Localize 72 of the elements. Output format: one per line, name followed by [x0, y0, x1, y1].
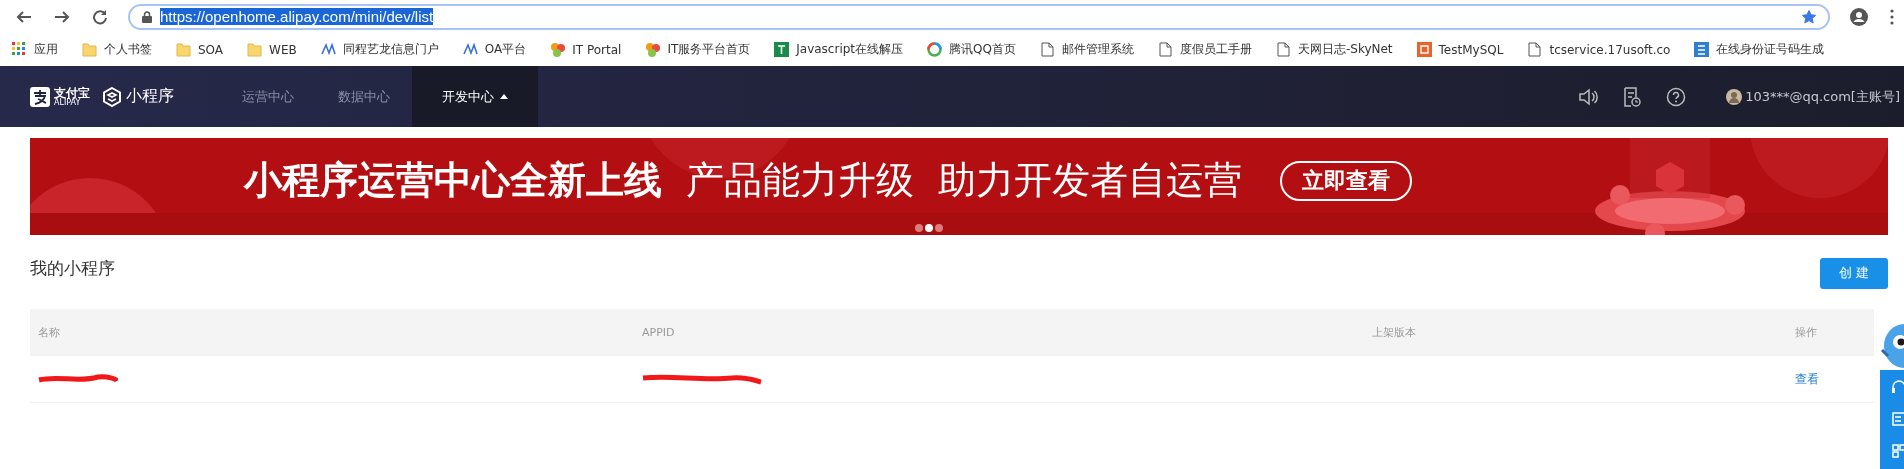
back-icon[interactable]	[16, 8, 32, 25]
mascot-icon	[1880, 322, 1904, 370]
banner-subtitle: 产品能力升级	[686, 157, 914, 204]
headset-icon[interactable]	[1892, 380, 1904, 394]
help-icon[interactable]	[1666, 86, 1687, 107]
brand-subtitle: ALIPAY	[54, 98, 81, 107]
view-link[interactable]: 查看	[1795, 371, 1819, 386]
page-title: 我的小程序	[30, 256, 115, 280]
bookmark-link[interactable]: 同程艺龙信息门户	[342, 41, 439, 58]
wave-icon	[462, 42, 478, 57]
ring-icon	[927, 42, 943, 57]
star-icon[interactable]	[1802, 9, 1816, 24]
folder-icon	[176, 42, 191, 57]
bookmark-link[interactable]: 腾讯QQ首页	[949, 41, 1016, 58]
forward-icon[interactable]	[54, 8, 70, 25]
lock-icon	[142, 10, 152, 23]
bookmark-link[interactable]: 在线身份证号码生成	[1716, 41, 1825, 58]
speaker-icon[interactable]	[1578, 86, 1599, 107]
flower-icon	[550, 42, 566, 57]
bookmark-link[interactable]: OA平台	[484, 41, 527, 58]
account-icon[interactable]	[1850, 7, 1868, 26]
column-header: APPID	[641, 325, 676, 339]
nav-tab[interactable]: 运营中心	[220, 66, 316, 127]
alipay-logo-icon	[30, 86, 50, 107]
page-icon	[1157, 42, 1173, 57]
folder-icon	[247, 42, 263, 57]
bookmark-link[interactable]: IT服务平台首页	[667, 41, 751, 58]
wave-icon	[320, 42, 336, 57]
url-text: https://openhome.alipay.com/mini/dev/list	[160, 8, 434, 25]
more-icon[interactable]	[1890, 8, 1894, 25]
qr-code-icon[interactable]	[1892, 444, 1904, 458]
avatar-icon	[1726, 88, 1743, 105]
brand-name: 支付宝	[54, 86, 90, 99]
square-tile-icon	[1416, 42, 1432, 57]
page-icon	[1527, 42, 1543, 57]
bookmark-link[interactable]: 度假员工手册	[1179, 41, 1252, 58]
carousel-dot[interactable]	[915, 224, 923, 232]
banner-subtitle: 助力开发者自运营	[938, 157, 1242, 204]
banner-headline: 小程序运营中心全新上线	[244, 157, 662, 204]
bookmark-link[interactable]: 邮件管理系统	[1061, 41, 1134, 58]
promo-banner[interactable]: 小程序运营中心全新上线 产品能力升级 助力开发者自运营 立即查看	[30, 138, 1888, 235]
product-name: 小程序	[126, 86, 174, 107]
folder-icon	[82, 42, 97, 57]
t-letter-tile-icon	[774, 42, 790, 57]
document-clock-icon[interactable]	[1622, 86, 1643, 107]
bookmark-link[interactable]: IT Portal	[572, 42, 622, 57]
bookmark-link[interactable]: tcservice.17usoft.co	[1549, 42, 1671, 57]
page-icon	[1039, 42, 1055, 57]
nav-tab[interactable]: 数据中心	[316, 66, 412, 127]
carousel-dot[interactable]	[935, 224, 943, 232]
lines-tile-icon	[1694, 42, 1710, 57]
address-bar[interactable]: https://openhome.alipay.com/mini/dev/list	[128, 3, 1830, 30]
bookmark-link[interactable]: SOA	[198, 42, 224, 57]
bookmark-link[interactable]: Javascript在线解压	[796, 41, 904, 58]
carousel-dot[interactable]	[925, 224, 933, 232]
apps-grid-icon	[12, 42, 27, 57]
flower-icon	[645, 42, 661, 57]
column-header: 操作	[1794, 324, 1818, 340]
column-header: 名称	[37, 324, 61, 340]
bookmark-link[interactable]: 应用	[34, 41, 58, 58]
bookmark-link[interactable]: 个人书签	[104, 41, 152, 58]
view-now-button[interactable]: 立即查看	[1280, 160, 1412, 201]
bookmark-link[interactable]: TestMySQL	[1438, 42, 1504, 57]
bookmark-link[interactable]: WEB	[269, 42, 297, 57]
page-icon	[1275, 42, 1291, 57]
column-header: 上架版本	[1371, 324, 1417, 340]
nav-tab[interactable]: 开发中心	[412, 66, 538, 127]
reload-icon[interactable]	[92, 8, 108, 25]
account-name[interactable]: 103***@qq.com[主账号]	[1745, 87, 1900, 106]
bookmark-link[interactable]: 天网日志-SkyNet	[1297, 41, 1393, 58]
hexagon-logo-icon	[102, 86, 122, 107]
document-icon[interactable]	[1892, 412, 1904, 426]
